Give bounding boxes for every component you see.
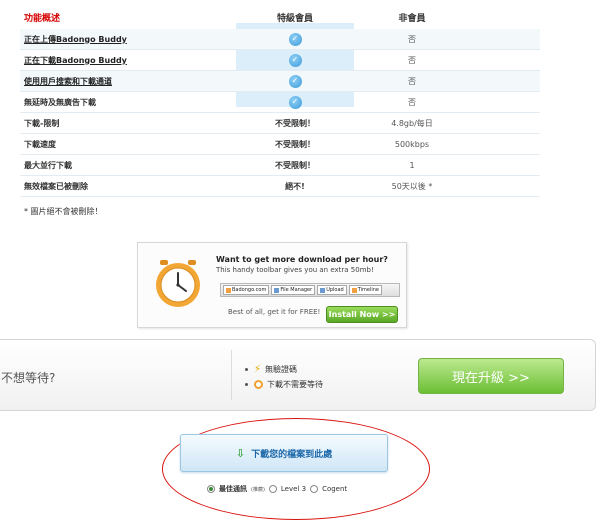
toolbar-timeline-button: Timeline [348, 285, 382, 295]
checkmark-icon: ✓ [288, 74, 302, 88]
alarm-clock-icon [156, 260, 200, 307]
checkmark-icon: ✓ [288, 95, 302, 109]
free-value: 1 [409, 160, 415, 170]
feature-label: 下載速度 [24, 139, 56, 149]
download-label: 下載您的檔案到此處 [251, 449, 333, 460]
promo-free-text: Best of all, get it for FREE! [228, 308, 321, 316]
mirror-best-label: 最佳通訊 [219, 485, 247, 493]
free-value: 否 [408, 76, 416, 86]
promo-title: Want to get more download per hour? [216, 255, 388, 264]
feature-label: 最大並行下載 [24, 160, 72, 170]
free-value: 500kbps [394, 139, 430, 149]
clock-icon [254, 380, 263, 389]
bullet-icon [245, 368, 248, 371]
folder-icon [274, 287, 280, 293]
feature-label: 無效檔案已被刪除 [24, 181, 88, 191]
banner-question: 不想等待? [1, 371, 56, 385]
download-arrow-icon: ⇩ [235, 446, 246, 460]
toolbar-file-manager-button: File Manager [271, 285, 316, 295]
table-row: 無延時及無廣告下載 ✓ 否 [20, 92, 540, 113]
free-value: 否 [408, 34, 416, 44]
install-now-button[interactable]: Install Now >> [326, 306, 398, 323]
mirror-level3-radio[interactable] [268, 485, 277, 493]
table-header-row: 功能概述 特級會員 非會員 [20, 6, 540, 29]
premium-value: 不受限制！ [275, 118, 315, 128]
table-row: 下載-限制 不受限制！ 4.8gb/每日 [20, 113, 540, 134]
premium-value: 不受限制！ [275, 160, 315, 170]
toolbar-upload-button: Upload [317, 285, 347, 295]
list-item: 下載不需要等待 [245, 377, 323, 392]
timeline-icon [351, 287, 357, 293]
table-row: 無效檔案已被刪除 絕不! 50天以後 * [20, 176, 540, 197]
table-row: 正在上傳Badongo Buddy ✓ 否 [20, 29, 540, 50]
checkmark-icon: ✓ [288, 53, 302, 67]
header-free: 非會員 [398, 14, 426, 24]
list-item: ⚡ 無驗證碼 [245, 362, 323, 377]
upgrade-banner: 不想等待? ⚡ 無驗證碼 下載不需要等待 現在升級 >> [0, 339, 596, 411]
premium-value: 絕不! [285, 181, 305, 191]
badongo-icon [226, 287, 231, 293]
feature-link[interactable]: 正在下載Badongo Buddy [24, 55, 127, 66]
feature-label: 下載-限制 [24, 118, 60, 128]
upgrade-now-button[interactable]: 現在升級 >> [418, 358, 564, 394]
table-row: 正在下載Badongo Buddy ✓ 否 [20, 50, 540, 71]
premium-value: 不受限制！ [275, 139, 315, 149]
comparison-table: 功能概述 特級會員 非會員 正在上傳Badongo Buddy ✓ 否正在下載Bad… [20, 6, 540, 197]
bullet-icon [245, 383, 248, 386]
mirror-best-radio[interactable] [207, 485, 215, 493]
table-row: 下載速度 不受限制！ 500kbps [20, 134, 540, 155]
mirror-selector: 最佳通訊 (推薦) Level 3 Cogent [207, 484, 347, 494]
mirror-cogent-radio[interactable] [310, 485, 319, 493]
free-value: 50天以後 * [391, 181, 433, 191]
mirror-level3-label: Level 3 [280, 485, 307, 493]
banner-divider [231, 350, 232, 400]
free-value: 否 [408, 55, 416, 65]
upload-icon [320, 287, 326, 293]
free-value: 否 [408, 97, 416, 107]
toolbar-promo: Want to get more download per hour? This… [137, 242, 407, 328]
free-value: 4.8gb/每日 [391, 118, 433, 128]
table-row: 使用用戶搜索和下載通道 ✓ 否 [20, 71, 540, 92]
mirror-best-sublabel: (推薦) [251, 486, 265, 493]
toolbar-preview: Badongo.com File Manager Upload Timeline [220, 283, 400, 297]
header-feature: 功能概述 [24, 14, 61, 24]
download-file-button[interactable]: ⇩ 下載您的檔案到此處 [180, 434, 388, 472]
table-footnote: * 圖片絕不會被刪除！ [24, 207, 103, 216]
table-row: 最大並行下載 不受限制！ 1 [20, 155, 540, 176]
feature-link[interactable]: 使用用戶搜索和下載通道 [24, 76, 112, 87]
lightning-icon: ⚡ [254, 364, 262, 375]
promo-description: This handy toolbar gives you an extra 50… [216, 266, 374, 274]
feature-label: 無延時及無廣告下載 [24, 97, 96, 107]
header-premium: 特級會員 [276, 14, 313, 24]
toolbar-badongo-button: Badongo.com [223, 285, 270, 295]
premium-feature-list: ⚡ 無驗證碼 下載不需要等待 [245, 362, 323, 392]
feature-link[interactable]: 正在上傳Badongo Buddy [24, 34, 127, 45]
checkmark-icon: ✓ [288, 32, 302, 46]
mirror-cogent-label: Cogent [322, 485, 348, 493]
